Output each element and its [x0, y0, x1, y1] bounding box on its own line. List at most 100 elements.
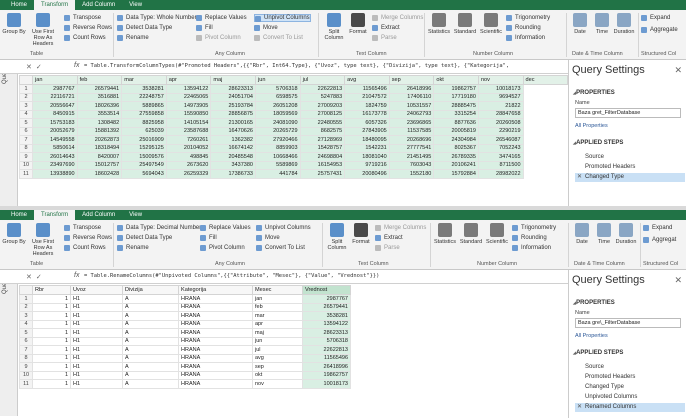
- information-button[interactable]: Information: [512, 244, 551, 252]
- row-number[interactable]: 10: [19, 160, 33, 170]
- table-cell[interactable]: A: [122, 319, 179, 329]
- table-cell[interactable]: A: [122, 353, 179, 363]
- row-number[interactable]: 7: [19, 135, 33, 145]
- table-cell[interactable]: 8859903: [254, 143, 301, 153]
- move-button[interactable]: Move: [256, 234, 280, 242]
- table-cell[interactable]: 27008125: [299, 109, 346, 119]
- fill-button[interactable]: Fill: [196, 24, 213, 32]
- column-header[interactable]: okt: [433, 75, 479, 85]
- row-number[interactable]: 9: [19, 362, 33, 372]
- reverse-rows-button[interactable]: Reverse Rows: [64, 234, 112, 242]
- table-cell[interactable]: 27009203: [299, 101, 346, 111]
- table-cell[interactable]: 15009576: [121, 152, 167, 162]
- table-cell[interactable]: 21451495: [388, 152, 435, 162]
- table-cell[interactable]: 22465065: [165, 92, 212, 102]
- tab-view[interactable]: View: [122, 0, 149, 10]
- table-cell[interactable]: H1: [70, 362, 123, 372]
- step-source[interactable]: Source: [575, 363, 685, 372]
- column-header[interactable]: nov: [477, 75, 524, 85]
- table-cell[interactable]: 28623313: [210, 84, 256, 94]
- transpose-button[interactable]: Transpose: [64, 224, 101, 232]
- table-cell[interactable]: 16470626: [210, 126, 256, 136]
- table-cell[interactable]: 18026396: [76, 101, 123, 111]
- table-cell[interactable]: 3315254: [433, 109, 479, 119]
- table-cell[interactable]: A: [122, 345, 179, 355]
- table-cell[interactable]: 5850614: [32, 143, 78, 153]
- table-cell[interactable]: 26546087: [477, 135, 524, 145]
- table-cell[interactable]: 3437380: [210, 160, 256, 170]
- table-cell[interactable]: 27920466: [254, 135, 301, 145]
- statistics-button[interactable]: Statistics: [427, 13, 451, 35]
- table-cell[interactable]: 25016909: [121, 135, 167, 145]
- table-cell[interactable]: 20080496: [344, 169, 390, 179]
- table-cell[interactable]: A: [122, 311, 179, 321]
- time-button[interactable]: Time: [592, 223, 616, 245]
- table-cell[interactable]: 21822: [477, 101, 524, 111]
- table-cell[interactable]: 20052679: [32, 126, 78, 136]
- table-cell[interactable]: 1: [32, 336, 71, 346]
- duration-button[interactable]: Duration: [612, 13, 636, 35]
- table-cell[interactable]: 3516881: [76, 92, 123, 102]
- table-cell[interactable]: 10018173: [477, 84, 524, 94]
- row-number[interactable]: 6: [19, 336, 33, 346]
- scientific-button[interactable]: Scientific: [485, 223, 509, 245]
- column-header[interactable]: mar: [121, 75, 167, 85]
- column-header[interactable]: jan: [32, 75, 78, 85]
- table-cell[interactable]: 26789335: [433, 152, 479, 162]
- table-cell[interactable]: nov: [252, 379, 303, 389]
- pivot-column-button[interactable]: Pivot Column: [200, 244, 245, 252]
- table-cell[interactable]: HRANA: [178, 319, 253, 329]
- row-number[interactable]: 2: [19, 92, 33, 102]
- table-cell[interactable]: 6598575: [254, 92, 301, 102]
- table-cell[interactable]: 27128969: [299, 135, 346, 145]
- table-cell[interactable]: H1: [70, 302, 123, 312]
- table-cell[interactable]: 15428757: [299, 143, 346, 153]
- table-cell[interactable]: 10018173: [302, 379, 351, 389]
- replace-values-button[interactable]: Replace Values: [196, 14, 247, 22]
- table-cell[interactable]: feb: [252, 302, 303, 312]
- step-promoted-headers[interactable]: Promoted Headers: [575, 163, 685, 172]
- table-cell[interactable]: 9694527: [477, 92, 524, 102]
- row-number[interactable]: 8: [19, 353, 33, 363]
- table-cell[interactable]: 1824759: [344, 101, 390, 111]
- table-cell[interactable]: 22622813: [302, 345, 351, 355]
- format-button[interactable]: Format: [346, 13, 370, 35]
- table-cell[interactable]: H1: [70, 353, 123, 363]
- column-header[interactable]: dec: [522, 75, 569, 85]
- convert-to-list-button[interactable]: Convert To List: [254, 34, 303, 42]
- table-cell[interactable]: 1: [32, 345, 71, 355]
- table-cell[interactable]: 8711500: [477, 160, 524, 170]
- table-cell[interactable]: 13594122: [165, 84, 212, 94]
- unpivot-columns-button[interactable]: Unpivot Columns: [254, 14, 311, 22]
- table-cell[interactable]: 11565496: [302, 353, 351, 363]
- table-cell[interactable]: 15881392: [76, 126, 123, 136]
- tab-home[interactable]: Home: [4, 210, 34, 220]
- table-cell[interactable]: 20485548: [210, 152, 256, 162]
- table-cell[interactable]: HRANA: [178, 345, 253, 355]
- table-cell[interactable]: 2673620: [165, 160, 212, 170]
- table-cell[interactable]: A: [122, 370, 179, 380]
- table-cell[interactable]: 7052243: [477, 143, 524, 153]
- table-cell[interactable]: 5889865: [121, 101, 167, 111]
- table-cell[interactable]: 27777541: [388, 143, 435, 153]
- table-cell[interactable]: HRANA: [178, 311, 253, 321]
- column-header[interactable]: feb: [76, 75, 123, 85]
- table-cell[interactable]: 11565496: [344, 84, 390, 94]
- table-cell[interactable]: 28623313: [302, 328, 351, 338]
- tab-home[interactable]: Home: [4, 0, 34, 10]
- table-cell[interactable]: 18480095: [344, 135, 390, 145]
- table-cell[interactable]: HRANA: [178, 379, 253, 389]
- select-all-corner[interactable]: [19, 75, 33, 85]
- table-cell[interactable]: 24051704: [210, 92, 256, 102]
- table-cell[interactable]: 18081040: [344, 152, 390, 162]
- table-cell[interactable]: 28982022: [477, 169, 524, 179]
- table-cell[interactable]: 18602428: [76, 169, 123, 179]
- table-cell[interactable]: 22622813: [299, 84, 346, 94]
- date-button[interactable]: Date: [568, 13, 592, 35]
- fill-button[interactable]: Fill: [200, 234, 217, 242]
- step-renamed-columns[interactable]: ✕ Renamed Columns: [575, 403, 685, 412]
- table-cell[interactable]: 15012757: [76, 160, 123, 170]
- tab-transform[interactable]: Transform: [34, 0, 76, 10]
- table-cell[interactable]: 28847658: [477, 109, 524, 119]
- table-cell[interactable]: 15753183: [32, 118, 78, 128]
